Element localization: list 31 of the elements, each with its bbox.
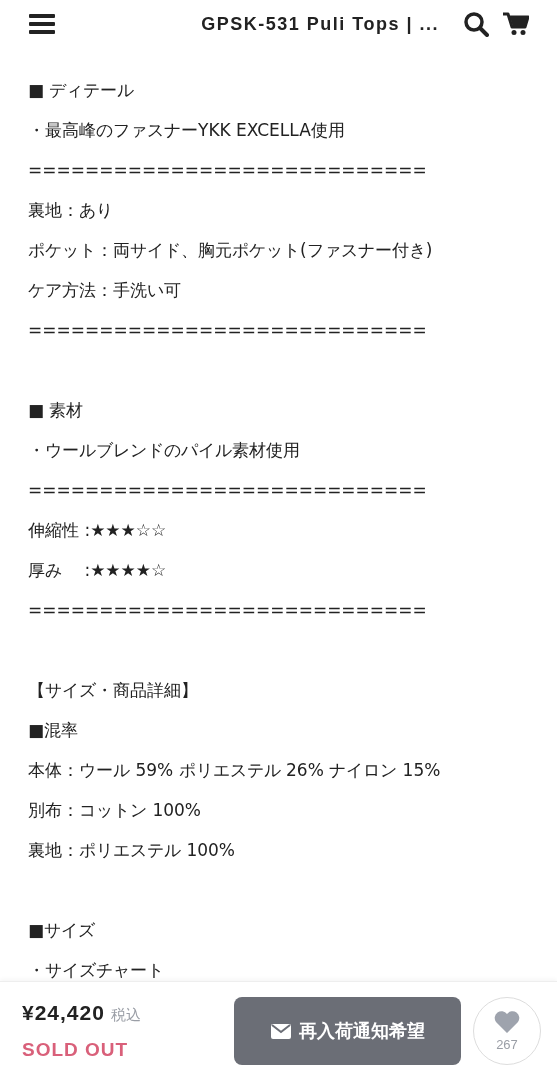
- description-line: ============================: [28, 159, 428, 182]
- search-icon[interactable]: [463, 11, 489, 37]
- description-line: ・最高峰のファスナーYKK EXCELLA使用: [28, 119, 346, 142]
- description-line: ケア方法：手洗い可: [28, 279, 182, 302]
- description-line: ============================: [28, 599, 428, 622]
- description-line: ============================: [28, 319, 428, 342]
- description-line: 伸縮性 :★★★☆☆: [28, 519, 168, 542]
- sold-out-label: SOLD OUT: [22, 1039, 130, 1061]
- menu-icon[interactable]: [29, 13, 55, 35]
- mail-icon: [270, 1023, 291, 1039]
- like-button[interactable]: 267: [473, 997, 541, 1065]
- description-line: ■ ディテール: [28, 79, 136, 102]
- page-title: GPSK-531 Puli Tops | ...: [200, 13, 440, 35]
- description-line: ============================: [28, 479, 428, 502]
- description-line: ・ウールブレンドのパイル素材使用: [28, 439, 301, 462]
- description-line: 裏地：あり: [28, 199, 114, 222]
- description-line: 厚み :★★★★☆: [28, 559, 168, 582]
- description-line: ■混率: [28, 719, 80, 742]
- price: ¥24,420: [22, 1001, 105, 1025]
- description-line: ■サイズ: [28, 919, 97, 942]
- heart-icon: [494, 1010, 520, 1033]
- cart-icon[interactable]: [503, 12, 529, 36]
- description-line: 別布：コットン 100%: [28, 799, 202, 822]
- description-line: 本体：ウール 59% ポリエステル 26% ナイロン 15%: [28, 759, 442, 782]
- description-line: ・サイズチャート: [28, 959, 165, 981]
- tax-note: 税込: [110, 1006, 141, 1025]
- description-line: ■ 素材: [28, 399, 85, 422]
- restock-notify-button[interactable]: 再入荷通知希望: [234, 997, 461, 1065]
- description-line: 【サイズ・商品詳細】: [28, 679, 199, 702]
- description-line: ポケット：両サイド、胸元ポケット(ファスナー付き): [28, 239, 434, 262]
- description-line: 裏地：ポリエステル 100%: [28, 839, 236, 862]
